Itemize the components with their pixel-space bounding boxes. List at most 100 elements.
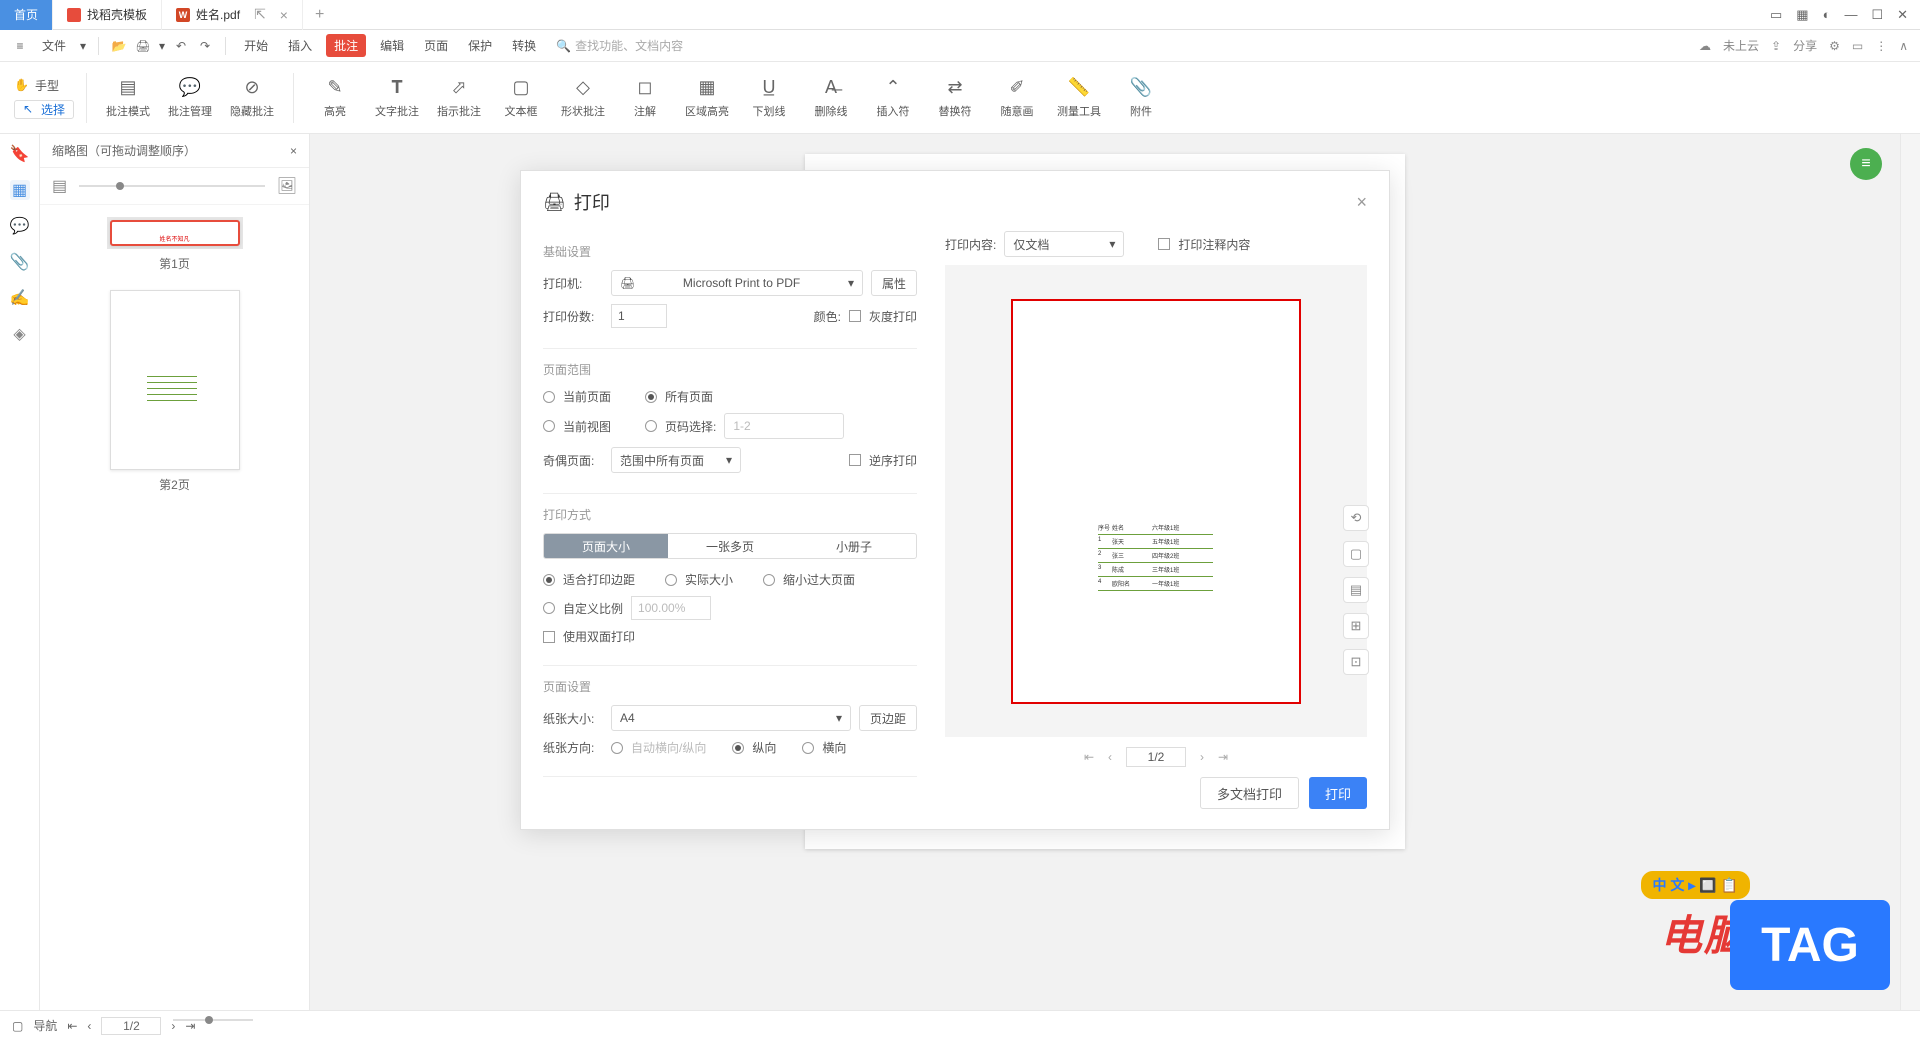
redo-icon[interactable]: ↷ bbox=[197, 38, 213, 54]
radio-all-pages[interactable] bbox=[645, 391, 657, 403]
prev-page-icon[interactable]: ‹ bbox=[1108, 750, 1112, 764]
menu-annotate[interactable]: 批注 bbox=[326, 34, 366, 57]
first-page-icon[interactable]: ⇤ bbox=[67, 1019, 77, 1033]
ribbon-area-highlight[interactable]: ▦区域高亮 bbox=[678, 77, 736, 119]
seg-page-size[interactable]: 页面大小 bbox=[544, 534, 668, 558]
radio-fit-margin[interactable] bbox=[543, 574, 555, 586]
ribbon-highlight[interactable]: ✎高亮 bbox=[306, 77, 364, 119]
window-icon[interactable]: ▭ bbox=[1852, 39, 1863, 53]
thumbnail-icon[interactable]: ▦ bbox=[10, 180, 30, 200]
tab-home[interactable]: 首页 bbox=[0, 0, 53, 30]
ribbon-pointer-annotate[interactable]: ⬀指示批注 bbox=[430, 77, 488, 119]
maximize-icon[interactable]: ☐ bbox=[1871, 7, 1883, 23]
reverse-checkbox[interactable] bbox=[849, 454, 861, 466]
preview-tool-1[interactable]: ⟲ bbox=[1343, 505, 1369, 531]
multi-doc-print-button[interactable]: 多文档打印 bbox=[1200, 777, 1299, 809]
tab-add-button[interactable]: + bbox=[303, 6, 336, 24]
prev-page-icon[interactable]: ‹ bbox=[87, 1019, 91, 1033]
thumbnail-item-2[interactable]: 第2页 bbox=[110, 290, 240, 493]
nav-toggle-icon[interactable]: ▢ bbox=[12, 1019, 23, 1033]
tab-close-icon[interactable]: × bbox=[280, 7, 288, 23]
right-scrollbar[interactable] bbox=[1900, 134, 1920, 1010]
open-icon[interactable]: 📂 bbox=[111, 38, 127, 54]
share-label[interactable]: 分享 bbox=[1793, 37, 1817, 54]
last-page-icon[interactable]: ⇥ bbox=[1218, 750, 1228, 764]
signature-icon[interactable]: ✍ bbox=[10, 288, 30, 308]
more-icon[interactable]: ⋮ bbox=[1875, 39, 1887, 53]
ribbon-textbox[interactable]: ▢文本框 bbox=[492, 77, 550, 119]
first-page-icon[interactable]: ⇤ bbox=[1084, 750, 1094, 764]
ribbon-strike[interactable]: A̶删除线 bbox=[802, 77, 860, 119]
tab-document[interactable]: W姓名.pdf⇱× bbox=[162, 0, 303, 30]
minimize-icon[interactable]: — bbox=[1844, 7, 1857, 22]
ribbon-text-annotate[interactable]: 𝐓文字批注 bbox=[368, 77, 426, 119]
radio-page-select[interactable] bbox=[645, 420, 657, 432]
thumbnail-item-1[interactable]: 姓名不知凡 第1页 bbox=[107, 217, 243, 272]
apps-icon[interactable]: ▦ bbox=[1796, 7, 1808, 23]
print-content-select[interactable]: 仅文档▾ bbox=[1004, 231, 1124, 257]
ribbon-caret[interactable]: ⌃插入符 bbox=[864, 77, 922, 119]
preview-page-indicator[interactable]: 1/2 bbox=[1126, 747, 1186, 767]
undo-icon[interactable]: ↶ bbox=[173, 38, 189, 54]
next-page-icon[interactable]: › bbox=[1200, 750, 1204, 764]
ribbon-annotate-manage[interactable]: 💬批注管理 bbox=[161, 77, 219, 119]
preview-tool-3[interactable]: ▤ bbox=[1343, 577, 1369, 603]
page-select-input[interactable]: 1-2 bbox=[724, 413, 844, 439]
preview-tool-5[interactable]: ⊡ bbox=[1343, 649, 1369, 675]
nav-label[interactable]: 导航 bbox=[33, 1017, 57, 1034]
odd-even-select[interactable]: 范围中所有页面▾ bbox=[611, 447, 741, 473]
print-annot-checkbox[interactable] bbox=[1158, 238, 1170, 250]
ribbon-freehand[interactable]: ✐随意画 bbox=[988, 77, 1046, 119]
radio-custom-ratio[interactable] bbox=[543, 602, 555, 614]
ribbon-measure[interactable]: 📏测量工具 bbox=[1050, 77, 1108, 119]
image-icon[interactable]: 🖼 bbox=[277, 176, 297, 196]
menu-file[interactable]: 文件 bbox=[36, 35, 72, 56]
hand-tool[interactable]: ✋手型 bbox=[14, 77, 74, 94]
seg-booklet[interactable]: 小册子 bbox=[792, 534, 916, 558]
bookmark-icon[interactable]: 🔖 bbox=[10, 144, 30, 164]
printer-props-button[interactable]: 属性 bbox=[871, 270, 917, 296]
ribbon-underline[interactable]: U̲下划线 bbox=[740, 77, 798, 119]
grayscale-checkbox[interactable] bbox=[849, 310, 861, 322]
menu-insert[interactable]: 插入 bbox=[282, 35, 318, 56]
gear-icon[interactable]: ⚙ bbox=[1829, 39, 1840, 53]
radio-landscape[interactable] bbox=[802, 742, 814, 754]
select-tool[interactable]: ↖选择 bbox=[14, 100, 74, 119]
preview-tool-4[interactable]: ⊞ bbox=[1343, 613, 1369, 639]
attachment-icon[interactable]: 📎 bbox=[10, 252, 30, 272]
layout-icon[interactable]: ▭ bbox=[1770, 7, 1782, 23]
paper-size-select[interactable]: A4▾ bbox=[611, 705, 851, 731]
radio-portrait[interactable] bbox=[732, 742, 744, 754]
preview-tool-2[interactable]: ▢ bbox=[1343, 541, 1369, 567]
close-window-icon[interactable]: ✕ bbox=[1897, 7, 1908, 23]
menu-convert[interactable]: 转换 bbox=[506, 35, 542, 56]
comment-icon[interactable]: 💬 bbox=[10, 216, 30, 236]
dialog-close-icon[interactable]: × bbox=[1356, 192, 1367, 213]
ribbon-hide-annotate[interactable]: ⊘隐藏批注 bbox=[223, 77, 281, 119]
page-indicator[interactable]: 1/2 bbox=[101, 1017, 161, 1035]
menu-page[interactable]: 页面 bbox=[418, 35, 454, 56]
menu-start[interactable]: 开始 bbox=[238, 35, 274, 56]
menu-search[interactable]: 🔍 查找功能、文档内容 bbox=[556, 37, 683, 54]
printer-select[interactable]: 🖨Microsoft Print to PDF▾ bbox=[611, 270, 863, 296]
ribbon-annotate-mode[interactable]: ▤批注模式 bbox=[99, 77, 157, 119]
user-icon[interactable]: ◐ bbox=[1823, 7, 1831, 22]
radio-auto-orient[interactable] bbox=[611, 742, 623, 754]
tab-pin-icon[interactable]: ⇱ bbox=[254, 6, 266, 23]
ribbon-note[interactable]: ◻注解 bbox=[616, 77, 674, 119]
ribbon-attachment[interactable]: 📎附件 bbox=[1112, 77, 1170, 119]
tab-template[interactable]: 找稻壳模板 bbox=[53, 0, 162, 30]
zoom-slider[interactable] bbox=[79, 185, 265, 187]
menu-protect[interactable]: 保护 bbox=[462, 35, 498, 56]
radio-current-view[interactable] bbox=[543, 420, 555, 432]
list-icon[interactable]: ▤ bbox=[52, 176, 67, 196]
copies-input[interactable]: 1 bbox=[611, 304, 667, 328]
ribbon-shape-annotate[interactable]: ◇形状批注 bbox=[554, 77, 612, 119]
ratio-input[interactable]: 100.00% bbox=[631, 596, 711, 620]
radio-actual-size[interactable] bbox=[665, 574, 677, 586]
radio-shrink[interactable] bbox=[763, 574, 775, 586]
close-panel-icon[interactable]: × bbox=[290, 144, 297, 158]
cloud-label[interactable]: 未上云 bbox=[1723, 37, 1759, 54]
menu-edit[interactable]: 编辑 bbox=[374, 35, 410, 56]
expand-icon[interactable]: ∧ bbox=[1899, 39, 1908, 53]
